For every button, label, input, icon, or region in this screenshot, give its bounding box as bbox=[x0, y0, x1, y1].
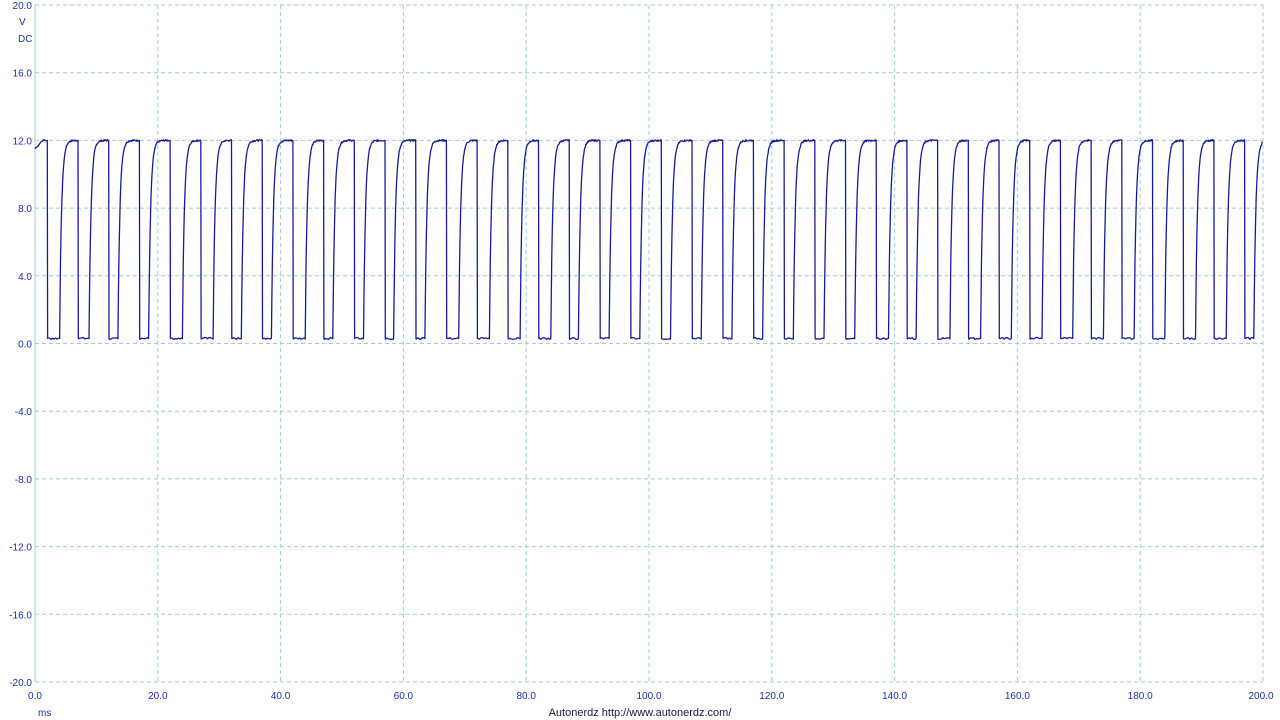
y-tick-label: 8.0 bbox=[18, 204, 32, 215]
x-tick-label: 140.0 bbox=[882, 691, 907, 702]
credit-text: Autonerdz http://www.autonerdz.com/ bbox=[549, 707, 733, 719]
y-tick-label: 0.0 bbox=[18, 340, 32, 351]
y-unit-label: V bbox=[19, 17, 26, 28]
y-tick-label: -16.0 bbox=[9, 610, 32, 621]
y-tick-label: -4.0 bbox=[15, 407, 33, 418]
x-tick-label: 180.0 bbox=[1128, 691, 1153, 702]
x-tick-label: 160.0 bbox=[1005, 691, 1030, 702]
x-tick-label: 200.0 bbox=[1248, 691, 1273, 702]
grid bbox=[34, 4, 1264, 683]
x-tick-label: 20.0 bbox=[148, 691, 168, 702]
x-tick-label: 120.0 bbox=[759, 691, 784, 702]
x-tick-label: 40.0 bbox=[271, 691, 291, 702]
y-tick-label: 4.0 bbox=[18, 272, 32, 283]
y-tick-label: -8.0 bbox=[15, 475, 33, 486]
y-coupling-label: DC bbox=[18, 34, 32, 45]
oscilloscope-chart: 0.0 20.0 40.0 60.0 80.0 100.0 120.0 140.0 160.0 1… bbox=[9, 1, 1274, 719]
x-tick-label: 60.0 bbox=[394, 691, 414, 702]
y-tick-label: 12.0 bbox=[13, 136, 33, 147]
x-unit-label: ms bbox=[38, 708, 51, 719]
y-tick-label: -12.0 bbox=[9, 543, 32, 554]
tick-labels: 0.0 20.0 40.0 60.0 80.0 100.0 120.0 140.0 160.0 1… bbox=[9, 1, 1274, 702]
x-tick-label: 80.0 bbox=[516, 691, 536, 702]
y-tick-label: 20.0 bbox=[13, 1, 33, 12]
y-tick-label: -20.0 bbox=[9, 678, 32, 689]
x-tick-label: 100.0 bbox=[636, 691, 661, 702]
x-tick-label: 0.0 bbox=[28, 691, 42, 702]
y-tick-label: 16.0 bbox=[13, 69, 33, 80]
